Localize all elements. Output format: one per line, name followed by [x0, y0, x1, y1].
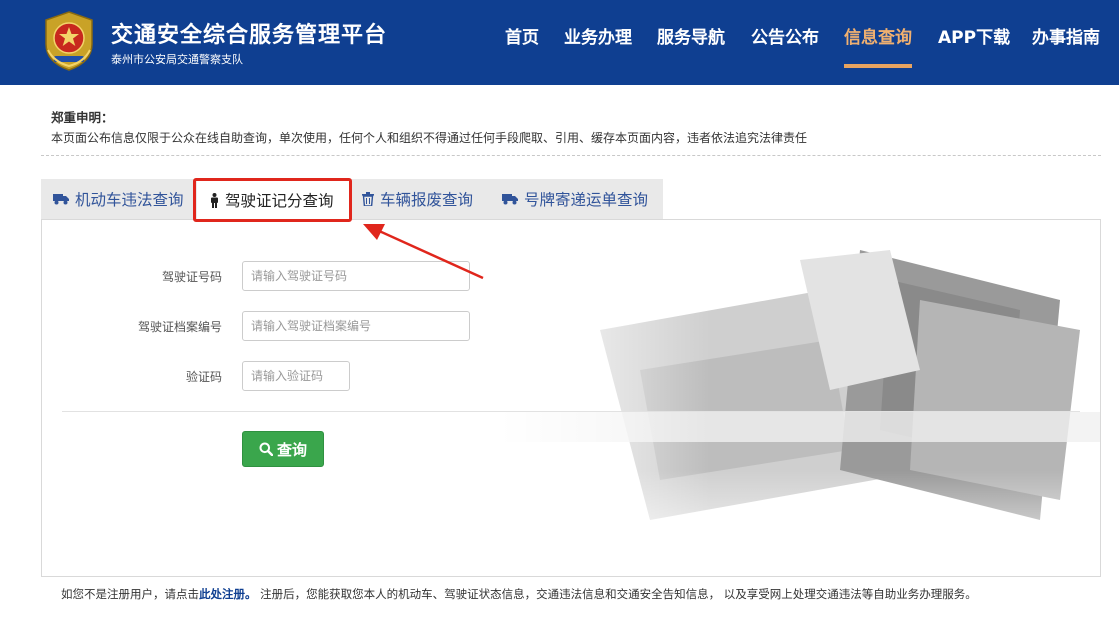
tab-label: 机动车违法查询 [75, 191, 184, 209]
person-icon [210, 192, 219, 208]
nav-info-query[interactable]: 信息查询 [844, 23, 912, 48]
tab-label: 驾驶证记分查询 [225, 192, 334, 210]
notice-text: 本页面公布信息仅限于公众在线自助查询，单次使用，任何个人和组织不得通过任何手段爬… [51, 131, 808, 145]
captcha-label: 验证码 [185, 370, 222, 384]
tab-label: 车辆报废查询 [380, 191, 474, 209]
search-button[interactable]: 查询 [242, 431, 324, 467]
truck-icon [502, 193, 518, 205]
tab-label: 号牌寄递运单查询 [524, 191, 649, 209]
site-title: 交通安全综合服务管理平台 [111, 23, 388, 48]
captcha-input[interactable] [242, 361, 350, 391]
query-panel: 驾驶证号码 驾驶证档案编号 验证码 查询 [41, 219, 1101, 577]
nav-business[interactable]: 业务办理 [564, 23, 632, 48]
license-number-label: 驾驶证号码 [161, 270, 222, 284]
search-icon [259, 442, 273, 456]
license-wallet-illustration [500, 220, 1100, 576]
truck-icon [53, 193, 69, 205]
license-file-label: 驾驶证档案编号 [137, 320, 222, 334]
nav-service-guide[interactable]: 服务导航 [657, 23, 725, 48]
license-file-input[interactable] [242, 311, 470, 341]
police-emblem-icon [45, 11, 93, 71]
nav-active-indicator [844, 64, 912, 68]
search-button-label: 查询 [276, 440, 307, 459]
nav-home[interactable]: 首页 [505, 23, 539, 48]
register-note: 如您不是注册用户，请点击此处注册。 注册后，您能获取您本人的机动车、驾驶证状态信… [61, 586, 977, 602]
register-note-suffix: 注册后，您能获取您本人的机动车、驾驶证状态信息，交通违法信息和交通安全告知信息，… [256, 587, 977, 601]
trash-icon [362, 192, 374, 206]
site-header: 交通安全综合服务管理平台 泰州市公安局交通警察支队 首页 业务办理 服务导航 公… [0, 0, 1119, 85]
divider [41, 155, 1101, 156]
tab-license-points[interactable]: 驾驶证记分查询 [197, 179, 349, 219]
tab-plate-delivery[interactable]: 号牌寄递运单查询 [502, 179, 648, 219]
license-number-input[interactable] [242, 261, 470, 291]
notice-title: 郑重申明： [51, 110, 114, 125]
nav-announcements[interactable]: 公告公布 [751, 23, 819, 48]
register-link[interactable]: 此处注册。 [199, 587, 257, 601]
form-divider [62, 411, 1080, 412]
tab-vehicle-scrap[interactable]: 车辆报废查询 [362, 179, 473, 219]
site-subtitle: 泰州市公安局交通警察支队 [111, 53, 243, 66]
nav-guide[interactable]: 办事指南 [1032, 23, 1100, 48]
nav-app-download[interactable]: APP下载 [938, 23, 1010, 48]
tab-vehicle-violation[interactable]: 机动车违法查询 [53, 179, 184, 219]
register-note-prefix: 如您不是注册用户，请点击 [61, 587, 199, 601]
